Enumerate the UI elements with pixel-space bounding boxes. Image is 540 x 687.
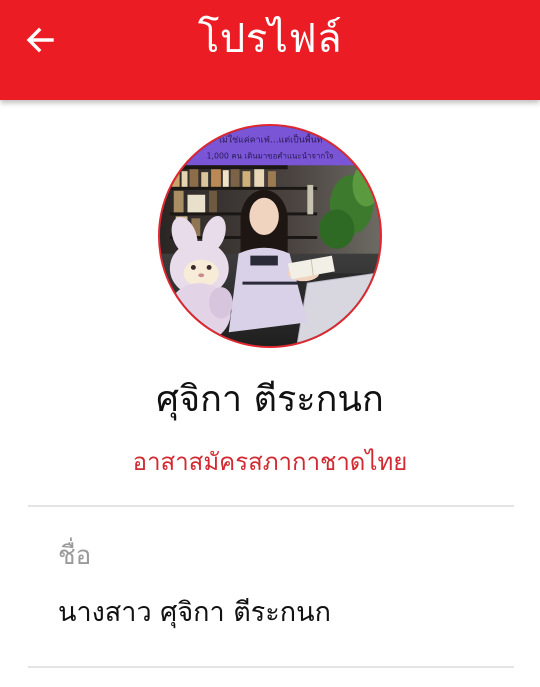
avatar: ไม่ใช่แค่คาเฟ่…แต่เป็นพื้นที่ 1,000 คน เ… xyxy=(158,124,382,348)
divider xyxy=(28,505,514,507)
profile-role: อาสาสมัครสภากาชาดไทย xyxy=(132,448,408,476)
page-title: โปรไฟล์ xyxy=(197,16,343,62)
divider xyxy=(28,666,514,668)
profile-name: ศุจิกา ตีระกนก xyxy=(156,379,384,420)
field-value-name: นางสาว ศุจิกา ตีระกนก xyxy=(58,597,331,628)
field-label-name: ชื่อ xyxy=(58,541,92,571)
profile-photo: ไม่ใช่แค่คาเฟ่…แต่เป็นพื้นที่ 1,000 คน เ… xyxy=(160,126,380,346)
svg-text:1,000 คน เดินมาขอคำแนะนำจากใจ: 1,000 คน เดินมาขอคำแนะนำจากใจ xyxy=(206,151,333,160)
app-bar: โปรไฟล์ xyxy=(0,0,540,100)
